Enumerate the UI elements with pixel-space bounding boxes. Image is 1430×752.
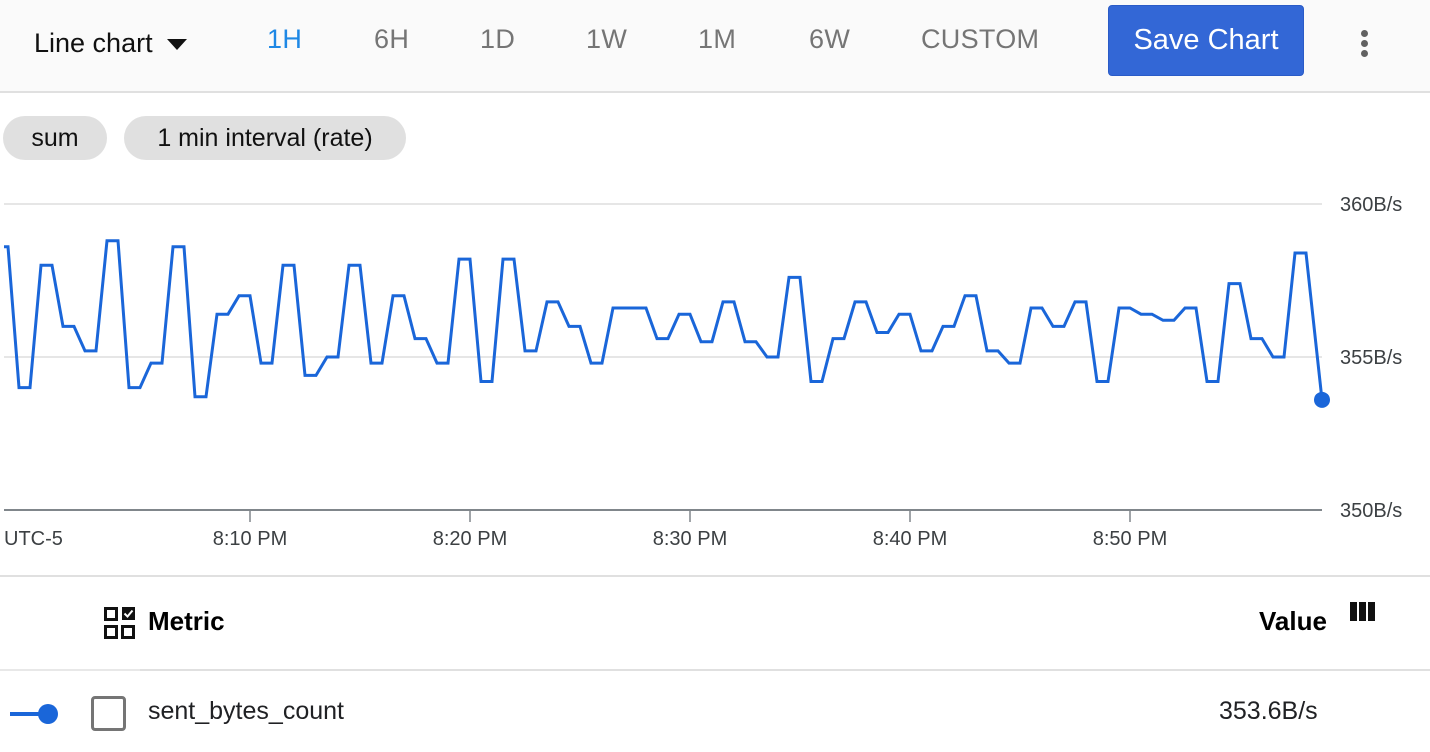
row-checkbox[interactable] <box>91 696 126 731</box>
range-1w[interactable]: 1W <box>586 24 627 55</box>
x-tick-label: 8:30 PM <box>653 528 727 550</box>
y-tick-label: 355B/s <box>1340 347 1402 369</box>
select-metrics-icon[interactable] <box>104 607 135 639</box>
table-header-divider-left <box>0 669 140 671</box>
y-tick-label: 350B/s <box>1340 500 1402 522</box>
x-tick-label: 8:50 PM <box>1093 528 1167 550</box>
interval-chip[interactable]: 1 min interval (rate) <box>124 116 406 160</box>
x-tick-label: 8:10 PM <box>213 528 287 550</box>
chart-toolbar: Line chart 1H 6H 1D 1W 1M 6W CUSTOM Save… <box>0 0 1430 93</box>
column-settings-icon[interactable] <box>1350 602 1375 621</box>
range-6w[interactable]: 6W <box>809 24 850 55</box>
caret-down-icon <box>166 39 187 50</box>
series-last-point <box>1314 391 1330 408</box>
x-tick-label: 8:20 PM <box>433 528 507 550</box>
metric-column-header[interactable]: Metric <box>148 606 225 637</box>
legend-line-swatch-icon <box>10 704 58 724</box>
chart-type-label: Line chart <box>34 28 153 58</box>
more-vert-icon[interactable] <box>1352 30 1376 62</box>
chart-type-dropdown[interactable]: Line chart <box>34 28 187 59</box>
table-header-divider <box>140 669 1430 671</box>
y-tick-label: 360B/s <box>1340 194 1402 216</box>
range-6h[interactable]: 6H <box>374 24 409 55</box>
line-chart: 360B/s 355B/s 350B/s UTC-5 8:10 PM 8:20 PM 8:… <box>4 194 1402 550</box>
save-chart-button[interactable]: Save Chart <box>1108 5 1304 76</box>
aggregation-chip[interactable]: sum <box>3 116 107 160</box>
range-custom[interactable]: CUSTOM <box>921 24 1039 55</box>
timezone-label: UTC-5 <box>4 528 63 550</box>
metric-name: sent_bytes_count <box>148 697 344 725</box>
value-column-header[interactable]: Value <box>1259 606 1327 637</box>
range-1m[interactable]: 1M <box>698 24 736 55</box>
chart-table-divider <box>0 575 1430 577</box>
series-line-sent-bytes-count <box>4 239 1324 400</box>
metric-value: 353.6B/s <box>1219 697 1318 725</box>
range-1d[interactable]: 1D <box>480 24 515 55</box>
x-tick-label: 8:40 PM <box>873 528 947 550</box>
range-1h[interactable]: 1H <box>267 24 302 55</box>
